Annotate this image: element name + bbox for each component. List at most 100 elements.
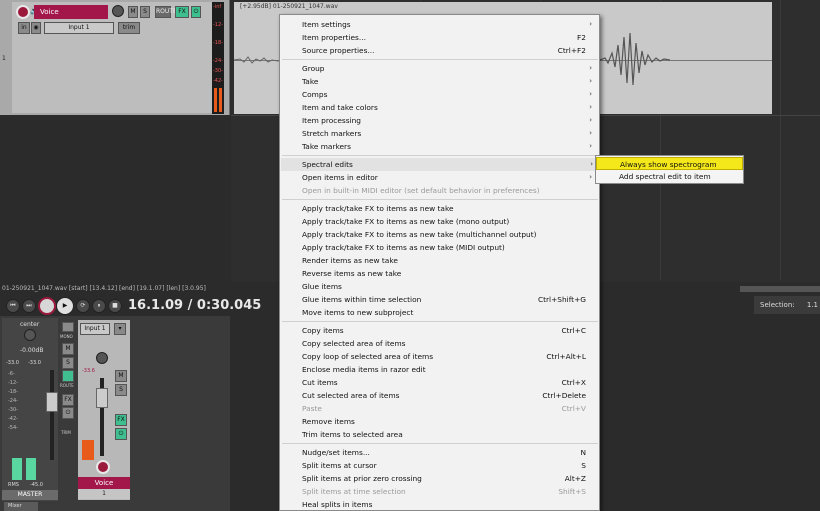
menu-item-item-and-take-colors[interactable]: Item and take colors › <box>302 101 598 114</box>
go-to-start-icon[interactable]: ⏮ <box>6 299 20 313</box>
master-route-icon[interactable] <box>62 370 74 382</box>
menu-item-open-in-built-in-midi-editor-set-default-behavior-in-preferences: Open in built-in MIDI editor (set defaul… <box>302 184 598 197</box>
play-icon[interactable]: ▶ <box>56 297 74 315</box>
menu-item-shortcut: Ctrl+V <box>561 404 586 413</box>
menu-separator <box>282 443 598 444</box>
input-options-icon[interactable]: ◉ <box>31 22 41 34</box>
go-to-end-icon[interactable]: ⏭ <box>22 299 36 313</box>
menu-item-glue-items-within-time-selection[interactable]: Glue items within time selection Ctrl+Shi… <box>302 293 598 306</box>
pause-icon[interactable]: ⏸ <box>92 299 106 313</box>
master-fader[interactable] <box>46 392 58 412</box>
master-pan-knob[interactable] <box>24 329 36 341</box>
voice-fader[interactable] <box>96 388 108 408</box>
menu-item-item-properties[interactable]: Item properties... F2 <box>302 31 598 44</box>
record-icon[interactable] <box>38 297 56 315</box>
voice-strip-name[interactable]: Voice <box>78 477 130 489</box>
stop-icon[interactable]: ■ <box>108 299 122 313</box>
menu-item-item-settings[interactable]: Item settings › <box>302 18 598 31</box>
menu-item-apply-track-take-fx-to-items-as-new-take-midi-output[interactable]: Apply track/take FX to items as new take… <box>302 241 598 254</box>
master-trim-label: TRIM <box>61 430 71 435</box>
input-selector[interactable]: Input 1 <box>44 22 114 34</box>
voice-fx-bypass-icon[interactable]: ⏻ <box>115 428 127 440</box>
menu-item-spectral-edits[interactable]: Spectral edits › <box>281 158 599 171</box>
voice-input-options[interactable]: ▾ <box>114 323 126 335</box>
menu-item-label: Cut selected area of items <box>302 391 400 400</box>
chevron-right-icon: › <box>589 20 592 28</box>
menu-item-copy-loop-of-selected-area-of-items[interactable]: Copy loop of selected area of items Ctrl+… <box>302 350 598 363</box>
menu-item-copy-selected-area-of-items[interactable]: Copy selected area of items <box>302 337 598 350</box>
menu-item-render-items-as-new-take[interactable]: Render items as new take <box>302 254 598 267</box>
menu-item-copy-items[interactable]: Copy items Ctrl+C <box>302 324 598 337</box>
menu-item-apply-track-take-fx-to-items-as-new-take[interactable]: Apply track/take FX to items as new take <box>302 202 598 215</box>
mixer-tab[interactable]: Mixer <box>4 502 38 511</box>
menu-item-split-items-at-cursor[interactable]: Split items at cursor S <box>302 459 598 472</box>
submenu-item-always-show-spectrogram[interactable]: Always show spectrogram <box>596 157 743 170</box>
menu-item-move-items-to-new-subproject[interactable]: Move items to new subproject <box>302 306 598 319</box>
loop-icon[interactable]: ⟳ <box>76 299 90 313</box>
menu-item-label: Move items to new subproject <box>302 308 414 317</box>
menu-item-source-properties[interactable]: Source properties... Ctrl+F2 <box>302 44 598 57</box>
menu-item-nudge-set-items[interactable]: Nudge/set items... N <box>302 446 598 459</box>
horizontal-scrollbar[interactable] <box>740 286 820 292</box>
voice-input-selector[interactable]: Input 1 <box>80 323 110 335</box>
master-meter-right <box>26 458 36 480</box>
master-label: MASTER <box>2 490 58 500</box>
master-mono-icon[interactable] <box>62 322 74 332</box>
menu-item-label: Item properties... <box>302 33 366 42</box>
master-fx-button[interactable]: FX <box>62 394 74 406</box>
fx-button[interactable]: FX <box>175 6 189 18</box>
menu-item-remove-items[interactable]: Remove items <box>302 415 598 428</box>
menu-item-reverse-items-as-new-take[interactable]: Reverse items as new take <box>302 267 598 280</box>
volume-knob[interactable] <box>112 5 124 17</box>
master-fx-bypass-icon[interactable]: ⏻ <box>62 407 74 419</box>
menu-item-label: Apply track/take FX to items as new take… <box>302 243 505 252</box>
menu-item-cut-items[interactable]: Cut items Ctrl+X <box>302 376 598 389</box>
meter-scale-label: -12- <box>213 22 223 28</box>
master-mute-button[interactable]: M <box>62 343 74 355</box>
automation-mode-button[interactable]: trim <box>118 22 140 34</box>
master-rms-label: RMS <box>8 482 19 488</box>
menu-item-group[interactable]: Group › <box>302 62 598 75</box>
record-arm-button[interactable] <box>16 5 30 19</box>
track-name-field[interactable]: Voice <box>34 5 108 19</box>
menu-item-label: Item settings <box>302 20 351 29</box>
voice-pan-knob[interactable] <box>96 352 108 364</box>
menu-item-paste: Paste Ctrl+V <box>302 402 598 415</box>
master-solo-button[interactable]: S <box>62 357 74 369</box>
menu-item-split-items-at-prior-zero-crossing[interactable]: Split items at prior zero crossing Alt+Z <box>302 472 598 485</box>
mute-button[interactable]: M <box>128 6 138 18</box>
menu-item-apply-track-take-fx-to-items-as-new-take-mono-output[interactable]: Apply track/take FX to items as new take… <box>302 215 598 228</box>
meter-scale-label: -inf <box>213 4 222 10</box>
menu-item-heal-splits-in-items[interactable]: Heal splits in items <box>302 498 598 511</box>
menu-item-label: Group <box>302 64 325 73</box>
time-display[interactable]: 16.1.09 / 0:30.045 <box>128 298 261 313</box>
context-menu: Item settings › Item properties... F2 Source… <box>279 14 600 511</box>
voice-mute-button[interactable]: M <box>115 370 127 382</box>
selection-display[interactable]: Selection: 1.1 <box>754 296 820 314</box>
scale-mark: -24- <box>8 398 18 404</box>
fx-bypass-button[interactable]: ⏻ <box>191 6 201 18</box>
menu-item-label: Split items at time selection <box>302 487 406 496</box>
route-button[interactable]: ROUTE <box>155 6 177 18</box>
menu-item-stretch-markers[interactable]: Stretch markers › <box>302 127 598 140</box>
menu-item-take-markers[interactable]: Take markers › <box>302 140 598 153</box>
solo-button[interactable]: S <box>140 6 150 18</box>
scale-mark: -12- <box>8 380 18 386</box>
master-peak-left: -33.0 <box>6 360 19 366</box>
voice-peak: -33.6 <box>82 368 95 374</box>
voice-solo-button[interactable]: S <box>115 384 127 396</box>
menu-item-enclose-media-items-in-razor-edit[interactable]: Enclose media items in razor edit <box>302 363 598 376</box>
input-monitor-button[interactable]: in <box>18 22 30 34</box>
menu-item-trim-items-to-selected-area[interactable]: Trim items to selected area <box>302 428 598 441</box>
menu-item-cut-selected-area-of-items[interactable]: Cut selected area of items Ctrl+Delete <box>302 389 598 402</box>
submenu-item-add-spectral-edit-to-item[interactable]: Add spectral edit to item <box>596 170 743 183</box>
menu-item-label: Glue items within time selection <box>302 295 422 304</box>
menu-item-comps[interactable]: Comps › <box>302 88 598 101</box>
menu-item-glue-items[interactable]: Glue items <box>302 280 598 293</box>
voice-record-arm-button[interactable] <box>96 460 110 474</box>
menu-item-apply-track-take-fx-to-items-as-new-take-multichannel-output[interactable]: Apply track/take FX to items as new take… <box>302 228 598 241</box>
voice-fx-button[interactable]: FX <box>115 414 127 426</box>
menu-item-item-processing[interactable]: Item processing › <box>302 114 598 127</box>
menu-item-open-items-in-editor[interactable]: Open items in editor › <box>302 171 598 184</box>
menu-item-take[interactable]: Take › <box>302 75 598 88</box>
